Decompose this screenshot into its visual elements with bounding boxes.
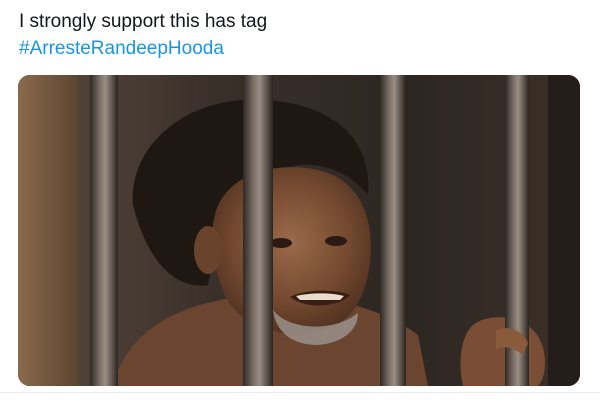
left-eye	[270, 238, 292, 248]
tweet-text: I strongly support this has tag	[19, 11, 268, 32]
prison-bar-1	[90, 75, 118, 386]
ear	[194, 226, 222, 274]
prison-bars-photo	[18, 75, 580, 386]
hashtag-link[interactable]: #ArresteRandeepHooda	[19, 38, 224, 59]
prison-bar-3	[380, 75, 406, 386]
right-eye	[325, 236, 347, 246]
divider	[0, 392, 600, 393]
tweet-media-photo[interactable]	[18, 75, 580, 386]
face	[211, 167, 371, 334]
tweet-card: I strongly support this has tag #Arreste…	[0, 0, 600, 400]
prison-bar-2	[243, 75, 273, 386]
left-cloth	[18, 75, 78, 386]
right-shadow	[548, 75, 580, 386]
tweet-body: I strongly support this has tag #Arreste…	[19, 8, 579, 62]
